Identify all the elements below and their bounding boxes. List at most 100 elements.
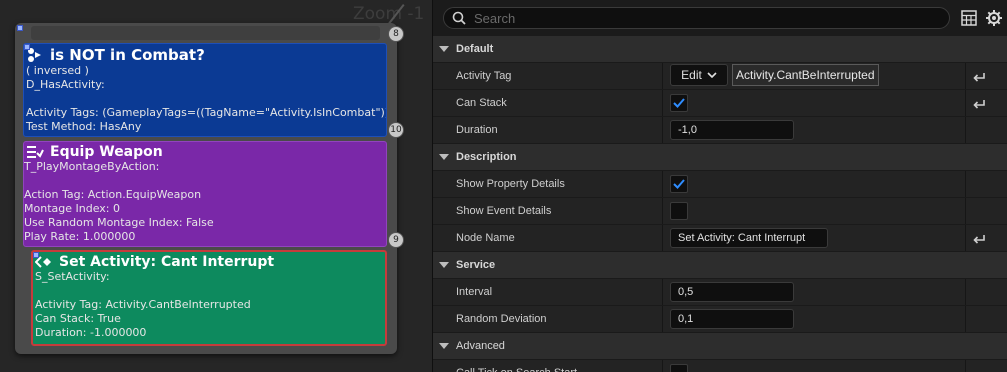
property-value [670, 363, 688, 372]
interval-field[interactable]: 0,5 [670, 282, 794, 302]
pin-number: 10 [390, 125, 402, 135]
node-detail-line: Use Random Montage Index: False [24, 216, 214, 229]
node-name-field[interactable]: Set Activity: Cant Interrupt [670, 228, 828, 248]
search-icon [452, 11, 466, 25]
node-detail-line: Can Stack: True [35, 312, 121, 325]
execution-order-pin: 9 [389, 233, 403, 247]
node-title-row: Equip Weapon [24, 144, 386, 160]
pin-number: 9 [393, 235, 399, 245]
property-name: Random Deviation [456, 313, 547, 325]
column-divider [965, 306, 966, 332]
node-title-row: Set Activity: Cant Interrupt [35, 254, 385, 270]
property-value [670, 93, 688, 113]
column-divider [965, 360, 966, 372]
can-stack-checkbox[interactable] [670, 94, 688, 112]
property-value [670, 201, 688, 221]
category-label: Service [456, 259, 496, 271]
node-detail-line: Activity Tag: Activity.CantBeInterrupted [35, 298, 251, 311]
column-divider [662, 63, 663, 89]
column-divider [965, 63, 966, 89]
sequence-node-header[interactable] [31, 26, 380, 40]
node-detail-line: Action Tag: Action.EquipWeapon [24, 188, 202, 201]
property-value [670, 174, 688, 194]
edit-tag-button[interactable]: Edit [670, 64, 728, 86]
category-service[interactable]: Service [433, 252, 1007, 279]
decorator-marker-icon [24, 44, 30, 50]
property-row-show-property-details: Show Property Details [433, 171, 1007, 198]
column-divider [662, 225, 663, 251]
duration-field[interactable]: -1,0 [670, 120, 794, 140]
property-row-node-name: Node Name Set Activity: Cant Interrupt [433, 225, 1007, 252]
node-detail-line: ( inversed ) [26, 64, 89, 77]
node-title: Equip Weapon [50, 144, 163, 160]
column-divider [662, 198, 663, 224]
node-detail-line: Duration: -1.000000 [35, 326, 147, 339]
property-row-show-event-details: Show Event Details [433, 198, 1007, 225]
node-detail-line: Activity Tags: (GameplayTags=((TagName="… [26, 106, 387, 119]
checkmark-icon [673, 98, 685, 108]
table-view-icon[interactable] [961, 10, 977, 26]
property-name: Show Property Details [456, 178, 565, 190]
behavior-tree-graph[interactable]: Zoom -1 8 is NOT in Combat? ( inversed )… [0, 0, 432, 372]
reset-to-default-icon[interactable] [972, 231, 986, 245]
property-row-call-tick: Call Tick on Search Start [433, 360, 1007, 372]
category-label: Advanced [456, 340, 505, 352]
category-advanced[interactable]: Advanced [433, 333, 1007, 360]
gear-icon[interactable] [985, 9, 1003, 27]
column-divider [662, 90, 663, 116]
column-divider [965, 117, 966, 143]
column-divider [662, 279, 663, 305]
category-default[interactable]: Default [433, 36, 1007, 63]
property-value: Set Activity: Cant Interrupt [670, 228, 828, 248]
property-name: Call Tick on Search Start [456, 360, 577, 372]
column-divider [965, 279, 966, 305]
property-row-activity-tag: Activity Tag Edit Activity.CantBeInterru… [433, 63, 1007, 90]
node-detail-line: Test Method: HasAny [26, 120, 142, 133]
property-name: Can Stack [456, 97, 507, 109]
execution-order-pin: 8 [389, 27, 403, 41]
call-tick-checkbox[interactable] [670, 364, 688, 372]
column-divider [965, 90, 966, 116]
collapse-arrow-icon [439, 262, 449, 268]
category-label: Default [456, 43, 494, 55]
column-divider [965, 171, 966, 197]
property-name: Node Name [456, 232, 515, 244]
collapse-arrow-icon [439, 46, 449, 52]
property-value: Edit Activity.CantBeInterrupted [670, 64, 879, 86]
node-title-row: is NOT in Combat? [26, 46, 386, 64]
edit-label: Edit [681, 68, 702, 82]
property-row-interval: Interval 0,5 [433, 279, 1007, 306]
node-detail-line: Play Rate: 1.000000 [24, 230, 136, 243]
property-name: Duration [456, 124, 498, 136]
service-node-set-activity[interactable]: Set Activity: Cant Interrupt S_SetActivi… [31, 250, 387, 346]
node-title: is NOT in Combat? [50, 46, 205, 64]
show-property-details-checkbox[interactable] [670, 175, 688, 193]
decorator-node-not-in-combat[interactable]: is NOT in Combat? ( inversed ) D_HasActi… [23, 43, 387, 137]
column-divider [662, 171, 663, 197]
service-marker-icon [33, 252, 39, 258]
search-box[interactable] [443, 7, 950, 29]
gameplay-tag-value[interactable]: Activity.CantBeInterrupted [732, 64, 879, 86]
reset-to-default-icon[interactable] [972, 96, 986, 110]
reset-to-default-icon[interactable] [972, 69, 986, 83]
property-row-can-stack: Can Stack [433, 90, 1007, 117]
node-detail-line: S_SetActivity: [35, 270, 110, 283]
property-value: 0,5 [670, 282, 794, 302]
column-divider [662, 117, 663, 143]
chevron-down-icon [707, 72, 717, 78]
collapse-arrow-icon [439, 343, 449, 349]
column-divider [662, 306, 663, 332]
task-list-icon [27, 146, 44, 158]
node-title: Set Activity: Cant Interrupt [59, 254, 275, 270]
property-name: Interval [456, 286, 493, 298]
property-value: 0,1 [670, 309, 794, 329]
column-divider [965, 198, 966, 224]
show-event-details-checkbox[interactable] [670, 202, 688, 220]
category-description[interactable]: Description [433, 144, 1007, 171]
execution-order-pin: 10 [389, 123, 403, 137]
property-name: Activity Tag [456, 70, 512, 82]
search-input[interactable] [474, 10, 914, 26]
task-node-equip-weapon[interactable]: Equip Weapon T_PlayMontageByAction: Acti… [23, 141, 387, 247]
property-list: Default Activity Tag Edit Activity.CantB… [433, 36, 1007, 372]
random-deviation-field[interactable]: 0,1 [670, 309, 794, 329]
